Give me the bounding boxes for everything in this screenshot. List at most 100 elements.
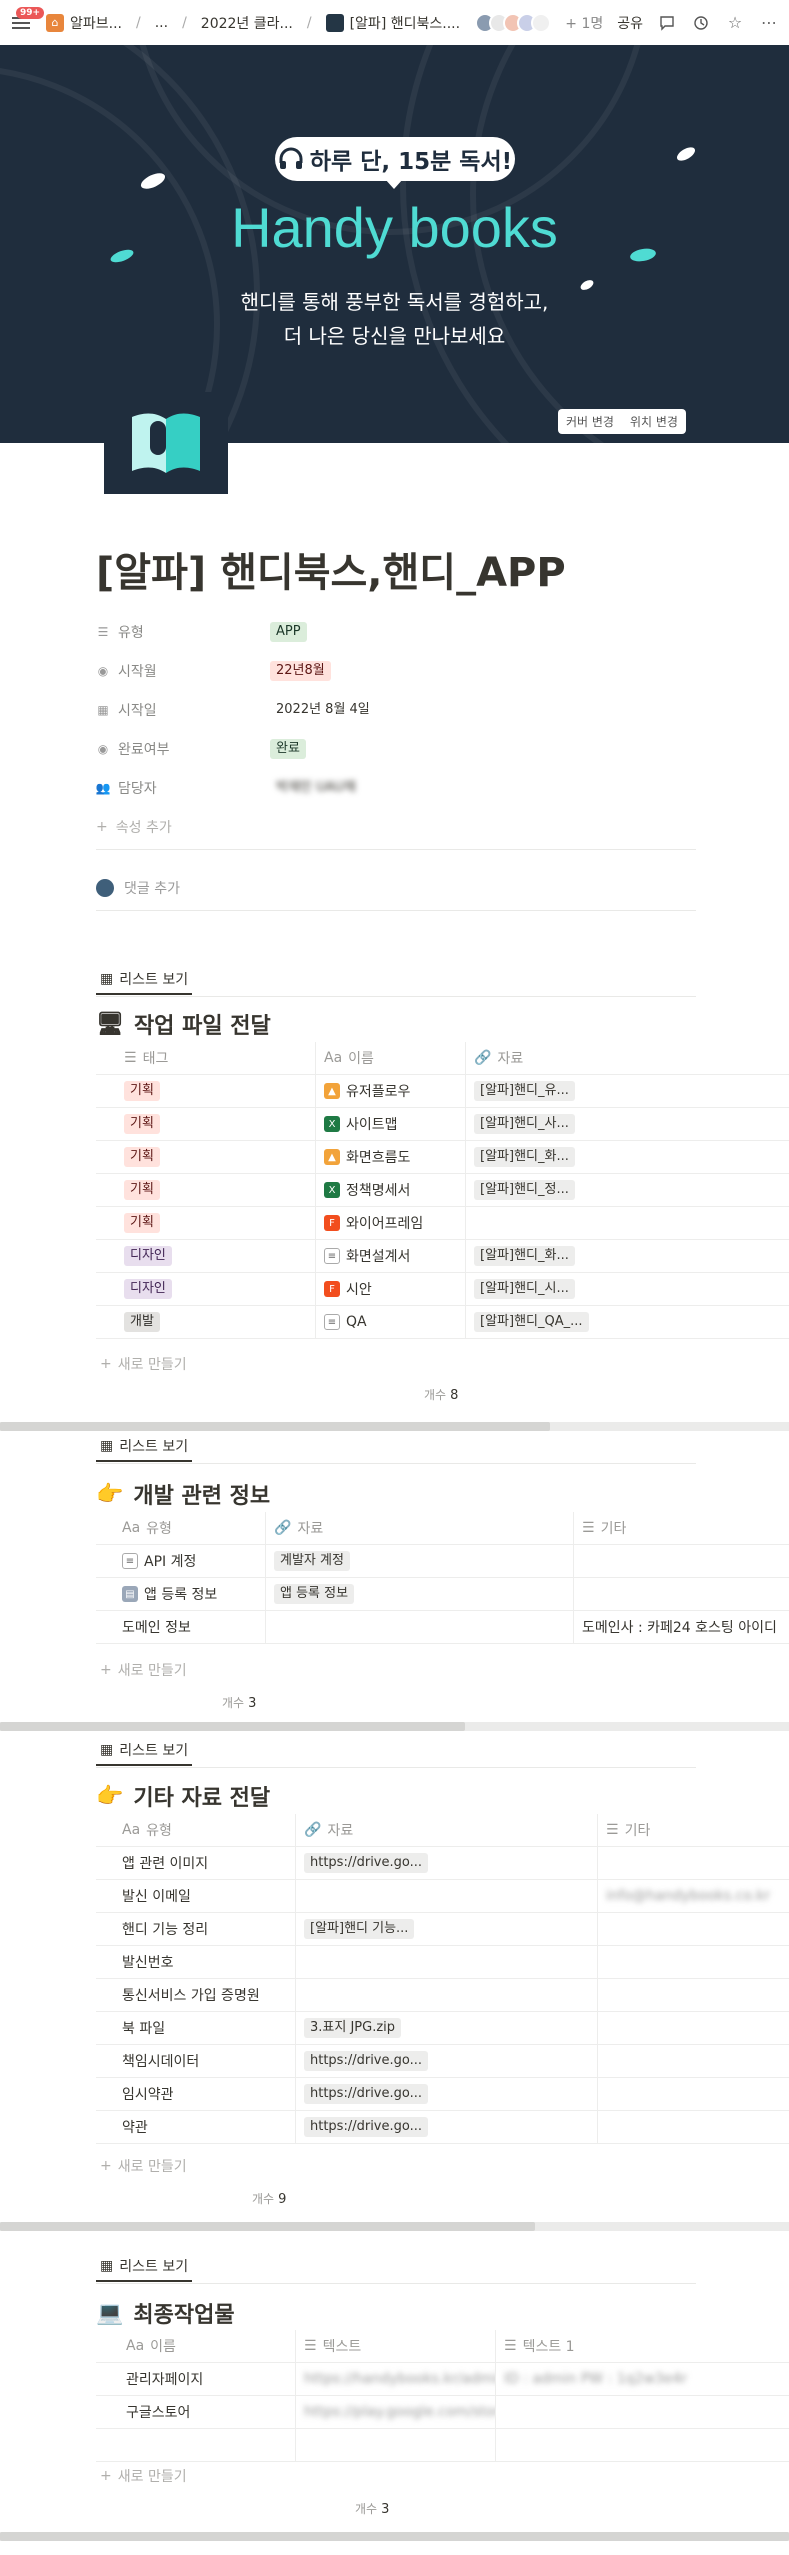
file-cell[interactable] xyxy=(296,1945,598,1979)
tag-badge[interactable]: 기획 xyxy=(124,1213,160,1233)
name-cell[interactable]: 구글스토어 xyxy=(96,2395,296,2429)
tab-list-view[interactable]: ▦ 리스트 보기 xyxy=(96,965,193,995)
table-row[interactable]: 도메인 정보 도메인사 : 카페24 호스팅 아이디 xyxy=(96,1610,789,1644)
file-attachment[interactable]: [알파]핸디_사... xyxy=(474,1114,575,1134)
database-title[interactable]: 👉 개발 관련 정보 xyxy=(96,1478,270,1510)
name-cell[interactable] xyxy=(96,2428,296,2462)
property-value-tag[interactable]: 22년8월 xyxy=(270,660,331,681)
name-cell[interactable]: 발신 이메일 xyxy=(96,1879,296,1913)
table-cell[interactable]: 개발 xyxy=(96,1305,316,1339)
file-cell[interactable]: 계발자 계정 xyxy=(266,1544,574,1578)
name-cell[interactable]: 핸디 기능 정리 xyxy=(96,1912,296,1946)
column-header[interactable]: 🔗 자료 xyxy=(466,1042,789,1075)
property-row[interactable]: 👥 담당자 박재민 UAU채 xyxy=(96,768,696,807)
table-row[interactable]: 기획 F 와이어프레임 xyxy=(96,1206,789,1240)
etc-cell[interactable] xyxy=(598,2012,789,2045)
column-header[interactable]: Aa 이름 xyxy=(96,2329,296,2363)
column-header[interactable]: ☰ 텍스트 1 xyxy=(496,2330,789,2363)
etc-cell[interactable] xyxy=(598,1979,789,2012)
table-row[interactable]: 디자인 F 시안 [알파]핸디_시... xyxy=(96,1272,789,1306)
reposition-cover-button[interactable]: 위치 변경 xyxy=(622,409,686,434)
table-row[interactable]: ≡ API 계정 계발자 계정 xyxy=(96,1544,789,1578)
tab-list-view[interactable]: ▦ 리스트 보기 xyxy=(96,2252,193,2282)
more-icon[interactable]: ⋯ xyxy=(759,13,779,33)
file-cell[interactable]: [알파]핸디 기능... xyxy=(296,1912,598,1946)
name-cell[interactable]: 관리자페이지 xyxy=(96,2362,296,2396)
page-title[interactable]: [알파] 핸디북스,핸디_APP xyxy=(96,540,566,598)
table-row[interactable]: 구글스토어 https://play.google.com/store xyxy=(96,2395,789,2429)
new-row-button[interactable]: + 새로 만들기 xyxy=(100,2156,187,2176)
horizontal-scrollbar[interactable] xyxy=(0,1722,789,1731)
file-attachment[interactable]: [알파]핸디_화... xyxy=(474,1246,575,1266)
horizontal-scrollbar[interactable] xyxy=(0,2532,789,2541)
file-cell[interactable]: [알파]핸디_화... xyxy=(466,1240,789,1273)
name-cell[interactable]: X 사이트맵 xyxy=(316,1107,466,1141)
database-title[interactable]: 👉 기타 자료 전달 xyxy=(96,1780,270,1812)
file-attachment[interactable]: [알파]핸디 기능... xyxy=(304,1919,415,1939)
table-row[interactable]: 통신서비스 가입 증명원 xyxy=(96,1978,789,2012)
share-button[interactable]: 공유 xyxy=(617,13,643,33)
table-cell[interactable]: 디자인 xyxy=(96,1272,316,1306)
file-cell[interactable]: [알파]핸디_QA_... xyxy=(466,1306,789,1339)
column-header[interactable]: ☰ 기타 xyxy=(574,1512,789,1545)
table-row[interactable]: 앱 관련 이미지 https://drive.go... xyxy=(96,1846,789,1880)
property-value-tag[interactable]: APP xyxy=(270,621,307,642)
file-attachment[interactable]: 계발자 계정 xyxy=(274,1551,350,1571)
table-row[interactable]: 관리자페이지 https://handybooks.kr/admin ID : ad… xyxy=(96,2362,789,2396)
new-row-button[interactable]: + 새로 만들기 xyxy=(100,1354,187,1374)
column-header[interactable]: 🔗 자료 xyxy=(296,1813,598,1847)
name-cell[interactable]: F 와이어프레임 xyxy=(316,1206,466,1240)
text-cell[interactable] xyxy=(296,2428,496,2462)
new-row-button[interactable]: + 새로 만들기 xyxy=(100,1660,187,1680)
table-row[interactable]: 개발 ≡ QA [알파]핸디_QA_... xyxy=(96,1305,789,1339)
horizontal-scrollbar[interactable] xyxy=(0,2222,789,2231)
etc-cell[interactable] xyxy=(598,2078,789,2111)
file-attachment[interactable]: [알파]핸디_시... xyxy=(474,1279,575,1299)
star-icon[interactable]: ☆ xyxy=(725,13,745,33)
file-attachment[interactable]: [알파]핸디_정... xyxy=(474,1180,575,1200)
property-value-person[interactable]: 박재민 UAU채 xyxy=(270,778,362,798)
tag-badge[interactable]: 디자인 xyxy=(124,1279,172,1299)
column-header[interactable]: ☰ 기타 xyxy=(598,1814,789,1847)
table-row[interactable] xyxy=(96,2428,789,2462)
database-title[interactable]: 💻 최종작업물 xyxy=(96,2297,235,2329)
table-cell[interactable]: 기획 xyxy=(96,1173,316,1207)
name-cell[interactable]: ▲ 유저플로우 xyxy=(316,1074,466,1108)
etc-cell[interactable] xyxy=(598,1946,789,1979)
etc-cell[interactable]: info@handybooks.co.kr xyxy=(598,1880,789,1913)
comment-icon[interactable] xyxy=(657,13,677,33)
property-value-date[interactable]: 2022년 8월 4일 xyxy=(270,700,376,720)
breadcrumb-item[interactable]: 2022년 클라... xyxy=(201,13,293,33)
file-cell[interactable]: [알파]핸디_화... xyxy=(466,1141,789,1174)
add-property-button[interactable]: + 속성 추가 xyxy=(96,807,696,846)
name-cell[interactable]: ≡ API 계정 xyxy=(96,1544,266,1578)
table-row[interactable]: 기획 ▲ 유저플로우 [알파]핸디_유... xyxy=(96,1074,789,1108)
name-cell[interactable]: 책임시데이터 xyxy=(96,2044,296,2078)
file-attachment[interactable]: https://drive.go... xyxy=(304,1853,429,1873)
table-row[interactable]: 발신 이메일 info@handybooks.co.kr xyxy=(96,1879,789,1913)
file-attachment[interactable]: https://drive.go... xyxy=(304,2117,429,2137)
file-attachment[interactable]: 앱 등록 정보 xyxy=(274,1584,355,1604)
name-cell[interactable]: ≡ 화면설계서 xyxy=(316,1239,466,1273)
column-header[interactable]: Aa 유형 xyxy=(96,1813,296,1847)
file-cell[interactable]: [알파]핸디_유... xyxy=(466,1075,789,1108)
file-cell[interactable]: 3.표지 JPG.zip xyxy=(296,2011,598,2045)
etc-cell[interactable] xyxy=(598,1913,789,1946)
column-header[interactable]: ☰ 텍스트 xyxy=(296,2329,496,2363)
file-cell[interactable] xyxy=(296,1978,598,2012)
table-row[interactable]: 발신번호 xyxy=(96,1945,789,1979)
new-row-button[interactable]: + 새로 만들기 xyxy=(100,2466,187,2486)
file-cell[interactable]: [알파]핸디_정... xyxy=(466,1174,789,1207)
name-cell[interactable]: 발신번호 xyxy=(96,1945,296,1979)
etc-cell[interactable] xyxy=(598,2045,789,2078)
table-cell[interactable]: 기획 xyxy=(96,1107,316,1141)
table-row[interactable]: 책임시데이터 https://drive.go... xyxy=(96,2044,789,2078)
table-row[interactable]: 기획 ▲ 화면흐름도 [알파]핸디_화... xyxy=(96,1140,789,1174)
column-header[interactable]: Aa 유형 xyxy=(96,1511,266,1545)
property-value-tag[interactable]: 완료 xyxy=(270,738,306,759)
tag-badge[interactable]: 개발 xyxy=(124,1312,160,1332)
tag-badge[interactable]: 디자인 xyxy=(124,1246,172,1266)
horizontal-scrollbar[interactable] xyxy=(0,1422,789,1431)
table-row[interactable]: 임시약관 https://drive.go... xyxy=(96,2077,789,2111)
name-cell[interactable]: F 시안 xyxy=(316,1272,466,1306)
